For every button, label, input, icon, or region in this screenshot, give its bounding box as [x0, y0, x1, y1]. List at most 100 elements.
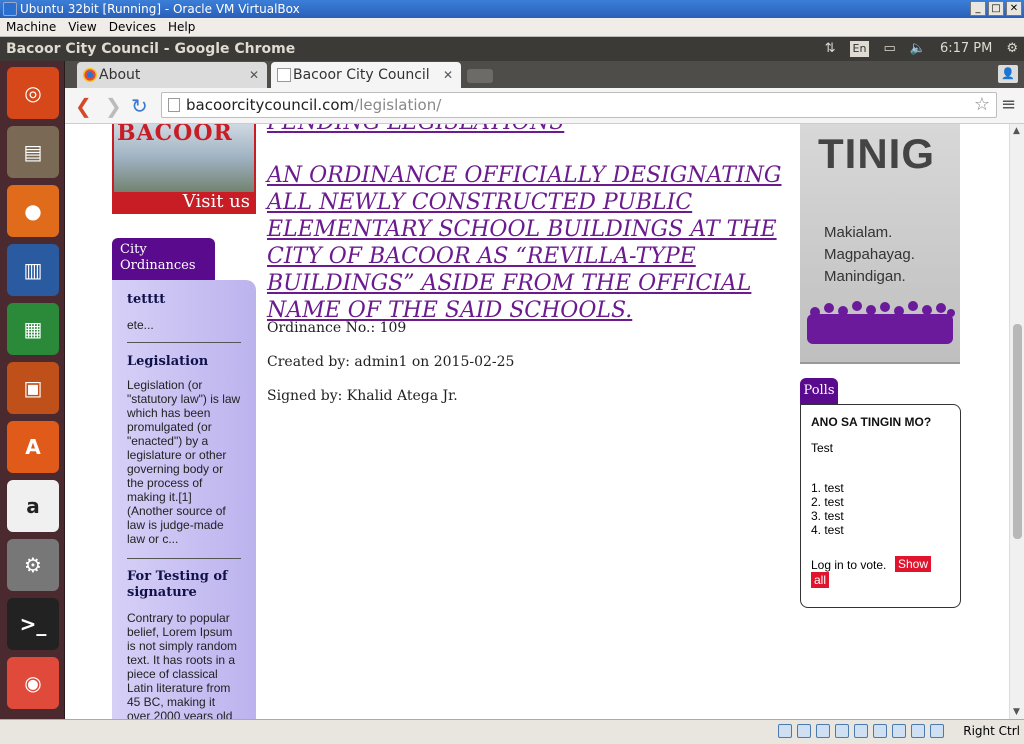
dash-home-icon[interactable]: ◎	[7, 67, 59, 119]
divider	[127, 342, 241, 343]
optical-drive-icon[interactable]	[797, 724, 811, 738]
audio-icon[interactable]	[816, 724, 830, 738]
poll-question: Test	[811, 441, 834, 455]
tab-close-icon[interactable]: ✕	[443, 62, 453, 88]
firefox-icon[interactable]: ●	[7, 185, 59, 237]
menu-devices[interactable]: Devices	[103, 18, 162, 36]
list-item-title[interactable]: For Testing of signature	[127, 569, 241, 601]
divider	[127, 558, 241, 559]
profile-icon[interactable]: 👤	[998, 65, 1018, 83]
keyboard-language-indicator[interactable]: En	[849, 41, 870, 57]
bookmark-star-icon[interactable]: ☆	[974, 93, 990, 117]
poll-title[interactable]: ANO SA TINGIN MO?	[811, 415, 950, 429]
sidebar-list: tetttt ete... Legislation Legislation (o…	[112, 280, 256, 719]
tab-label: About	[99, 67, 141, 83]
mouse-integration-icon[interactable]	[911, 724, 925, 738]
poll-option: 2. test	[811, 495, 844, 509]
list-item-text: ete...	[127, 318, 154, 332]
scrollbar-thumb[interactable]	[1013, 324, 1022, 539]
volume-icon[interactable]: 🔈	[910, 37, 926, 61]
page-scrollbar[interactable]: ▲ ▼	[1009, 124, 1024, 719]
menu-view[interactable]: View	[62, 18, 102, 36]
tab-bacoor[interactable]: Bacoor City Council ✕	[271, 62, 461, 88]
reload-button[interactable]: ↻	[131, 94, 148, 118]
scroll-down-icon[interactable]: ▼	[1013, 707, 1020, 717]
poll-box: ANO SA TINGIN MO? Test 1. test 2. test 3…	[800, 404, 961, 608]
chrome-toolbar: ❮ ❯ ↻ bacoorcitycouncil.com/legislation/…	[65, 88, 1024, 124]
usb-icon[interactable]	[854, 724, 868, 738]
host-key-label: Right Ctrl	[963, 724, 1020, 738]
section-headline[interactable]: PENDING LEGISLATIONS	[267, 124, 564, 135]
bacoor-banner[interactable]: BACOOR Visit us	[112, 124, 256, 214]
list-item-text: Contrary to popular belief, Lorem Ipsum …	[127, 611, 238, 719]
ad-line: Makialam.	[824, 224, 893, 241]
hard-disk-icon[interactable]	[778, 724, 792, 738]
chrome-tab-strip: About ✕ Bacoor City Council ✕ 👤	[65, 61, 1024, 88]
shared-folders-icon[interactable]	[873, 724, 887, 738]
signed-by: Signed by: Khalid Atega Jr.	[267, 388, 458, 404]
amazon-icon[interactable]: a	[7, 480, 59, 532]
url-path: /legislation/	[354, 96, 442, 114]
minimize-button[interactable]: _	[970, 1, 986, 16]
crowd-silhouette-icon	[807, 301, 955, 344]
network-transfer-icon[interactable]: ⇅	[825, 37, 836, 61]
calc-icon[interactable]: ▦	[7, 303, 59, 355]
tab-about[interactable]: About ✕	[77, 62, 267, 88]
device-status-icons	[778, 724, 944, 738]
virtualbox-status-bar: Right Ctrl	[0, 719, 1024, 744]
system-settings-icon[interactable]: ⚙	[7, 539, 59, 591]
list-item[interactable]: Legislation Legislation (or "statutory l…	[127, 354, 241, 546]
tinig-ad[interactable]: TINIG Makialam. Magpahayag. Manindigan.	[800, 124, 960, 364]
url-bar[interactable]: bacoorcitycouncil.com/legislation/ ☆	[161, 92, 997, 118]
poll-options: 1. test 2. test 3. test 4. test	[811, 481, 950, 537]
menu-help[interactable]: Help	[162, 18, 201, 36]
writer-icon[interactable]: ▥	[7, 244, 59, 296]
ad-slogan: Makialam. Magpahayag. Manindigan.	[824, 222, 915, 288]
active-window-title: Bacoor City Council - Google Chrome	[6, 41, 296, 57]
close-button[interactable]: ✕	[1006, 1, 1022, 16]
video-capture-icon[interactable]	[892, 724, 906, 738]
new-tab-button[interactable]	[467, 69, 493, 83]
network-icon[interactable]	[835, 724, 849, 738]
page-favicon-icon	[277, 68, 291, 82]
poll-option: 3. test	[811, 509, 844, 523]
forward-button[interactable]: ❯	[105, 94, 122, 118]
ad-title: TINIG	[818, 130, 935, 177]
virtualbox-title-bar: Ubuntu 32bit [Running] - Oracle VM Virtu…	[0, 0, 1024, 18]
virtualbox-icon	[3, 2, 17, 16]
unity-launcher: ◎ ▤ ● ▥ ▦ ▣ A a ⚙ >_ ◉	[0, 61, 65, 719]
polls-header[interactable]: Polls	[800, 378, 838, 404]
scroll-up-icon[interactable]: ▲	[1013, 126, 1020, 136]
list-item[interactable]: tetttt ete...	[127, 292, 241, 332]
tab-close-icon[interactable]: ✕	[249, 62, 259, 88]
maximize-button[interactable]: □	[988, 1, 1004, 16]
chrome-menu-icon[interactable]: ≡	[1001, 94, 1016, 115]
window-title: Ubuntu 32bit [Running] - Oracle VM Virtu…	[20, 2, 300, 16]
page-info-icon[interactable]	[168, 98, 180, 112]
created-by: Created by: admin1 on 2015-02-25	[267, 354, 515, 370]
show-all-label-2: all	[811, 572, 830, 588]
menu-machine[interactable]: Machine	[0, 18, 62, 36]
back-button[interactable]: ❮	[75, 94, 92, 118]
impress-icon[interactable]: ▣	[7, 362, 59, 414]
banner-visit-us: Visit us	[114, 192, 254, 212]
battery-icon[interactable]: ▭	[883, 37, 895, 61]
list-item-title[interactable]: tetttt	[127, 292, 241, 308]
list-item-text: Legislation (or "statutory law") is law …	[127, 378, 241, 546]
show-all-label-1: Show	[895, 556, 932, 572]
list-item[interactable]: For Testing of signature Contrary to pop…	[127, 569, 241, 719]
clock[interactable]: 6:17 PM	[940, 37, 992, 61]
ad-line: Manindigan.	[824, 268, 906, 285]
files-icon[interactable]: ▤	[7, 126, 59, 178]
keyboard-capture-icon[interactable]	[930, 724, 944, 738]
chrome-icon[interactable]: ◉	[7, 657, 59, 709]
system-gear-icon[interactable]: ⚙	[1006, 37, 1018, 61]
ordinance-number: Ordinance No.: 109	[267, 320, 407, 336]
sidebar-category-label[interactable]: City Ordinances	[112, 238, 215, 280]
url-host: bacoorcitycouncil.com	[186, 96, 355, 114]
list-item-title[interactable]: Legislation	[127, 354, 241, 370]
ordinance-title-link[interactable]: AN ORDINANCE OFFICIALLY DESIGNATING ALL …	[267, 162, 792, 324]
software-center-icon[interactable]: A	[7, 421, 59, 473]
terminal-icon[interactable]: >_	[7, 598, 59, 650]
show-all-button[interactable]: Show all	[811, 556, 933, 588]
